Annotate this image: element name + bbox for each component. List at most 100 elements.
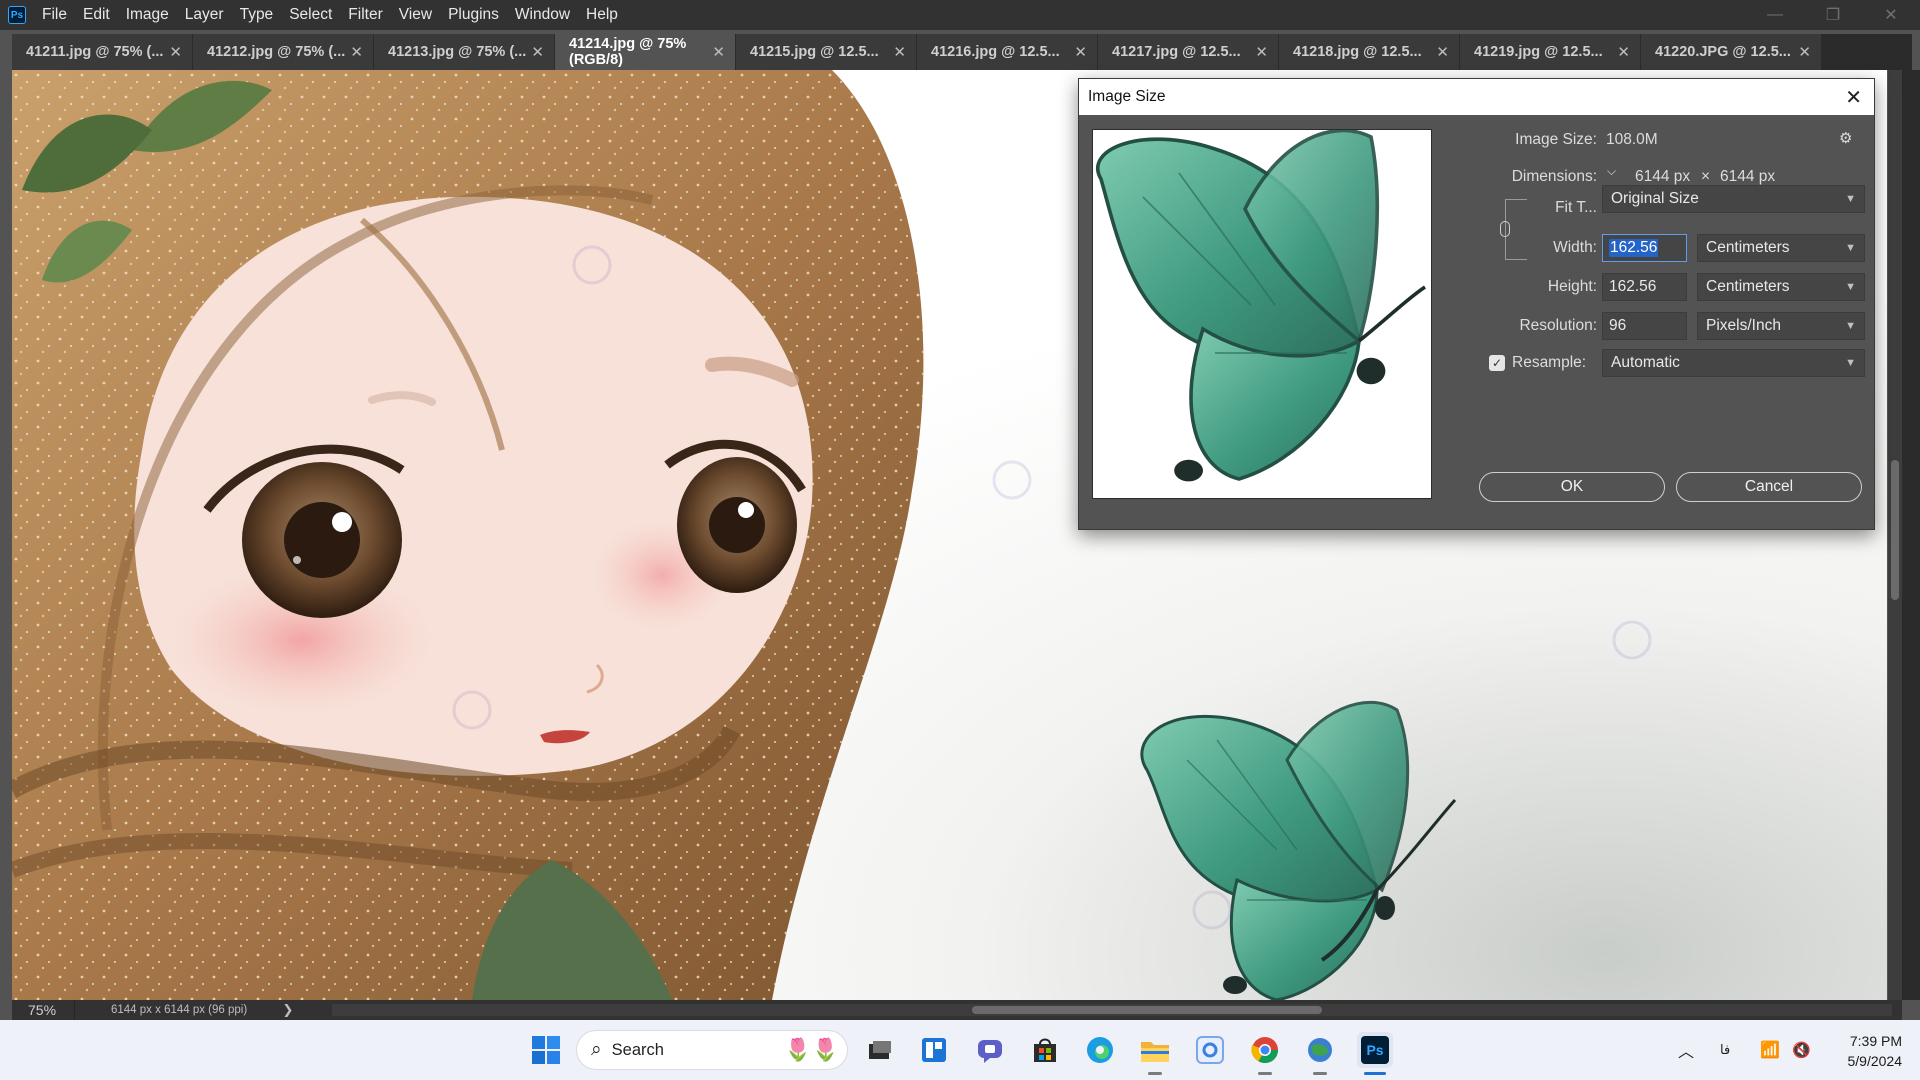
document-tab[interactable]: 41213.jpg @ 75% (... ✕ <box>374 34 555 70</box>
fit-to-dropdown[interactable]: Original Size ▼ <box>1602 185 1865 213</box>
resolution-unit-dropdown[interactable]: Pixels/Inch ▼ <box>1697 312 1865 340</box>
document-tab[interactable]: 41219.jpg @ 12.5... ✕ <box>1460 34 1641 70</box>
photos-app-icon[interactable] <box>1192 1032 1228 1068</box>
taskbar-search-box[interactable]: ⌕ Search 🌷🌷 <box>576 1030 848 1070</box>
menu-edit[interactable]: Edit <box>77 0 120 30</box>
horizontal-scrollbar[interactable] <box>332 1004 1892 1016</box>
height-value: 162.56 <box>1609 278 1657 295</box>
dimensions-width: 6144 px <box>1635 168 1691 185</box>
explorer-open-indicator <box>1148 1072 1162 1075</box>
tab-close-icon[interactable]: ✕ <box>1255 43 1268 61</box>
resample-checkbox[interactable]: ✓ <box>1489 355 1505 371</box>
resolution-value: 96 <box>1609 317 1627 334</box>
menu-file[interactable]: File <box>36 0 77 30</box>
file-explorer-icon[interactable] <box>1137 1032 1173 1068</box>
tab-close-icon[interactable]: ✕ <box>712 43 725 61</box>
width-unit-value: Centimeters <box>1706 239 1790 256</box>
width-value: 162.56 <box>1609 239 1659 257</box>
document-tab[interactable]: 41211.jpg @ 75% (... ✕ <box>12 34 193 70</box>
close-window-icon[interactable]: ✕ <box>1862 0 1920 30</box>
photos-glyph <box>1196 1036 1224 1064</box>
preview-butterfly-image <box>1096 130 1426 482</box>
system-tray: ︿ ﻓﺎ 📶 🔇 <box>1678 1020 1811 1080</box>
menu-bar: Ps File Edit Image Layer Type Select Fil… <box>0 0 1920 30</box>
tab-label: 41215.jpg @ 12.5... <box>750 44 879 60</box>
chrome-browser-icon[interactable] <box>1247 1032 1283 1068</box>
document-tab-active[interactable]: 41214.jpg @ 75% (RGB/8) ✕ <box>555 34 736 70</box>
height-input[interactable]: 162.56 <box>1602 273 1687 301</box>
tab-close-icon[interactable]: ✕ <box>1074 43 1087 61</box>
widgets-glyph <box>922 1038 946 1062</box>
gear-icon[interactable]: ⚙ <box>1839 129 1852 147</box>
menu-image[interactable]: Image <box>120 0 179 30</box>
teams-chat-icon[interactable] <box>972 1032 1008 1068</box>
menu-layer[interactable]: Layer <box>179 0 234 30</box>
clock-date: 5/9/2024 <box>1847 1053 1903 1069</box>
chrome-glyph <box>1251 1037 1279 1064</box>
vertical-scroll-thumb[interactable] <box>1891 460 1899 600</box>
photoshop-logo-icon: Ps <box>8 6 26 24</box>
menu-help[interactable]: Help <box>580 0 628 30</box>
dialog-titlebar: Image Size ✕ <box>1079 79 1874 115</box>
microsoft-store-icon[interactable] <box>1027 1032 1063 1068</box>
tab-close-icon[interactable]: ✕ <box>531 43 544 61</box>
tab-close-icon[interactable]: ✕ <box>1798 43 1811 61</box>
photoshop-taskbar-icon[interactable]: Ps <box>1357 1032 1393 1068</box>
status-bar: 75% 6144 px x 6144 px (96 ppi) ❯ <box>12 1000 1902 1020</box>
document-tab[interactable]: 41212.jpg @ 75% (... ✕ <box>193 34 374 70</box>
earth-app-icon[interactable] <box>1302 1032 1338 1068</box>
tulips-decoration-icon: 🌷🌷 <box>784 1037 839 1062</box>
restore-icon[interactable]: ❐ <box>1804 0 1862 30</box>
tab-label: 41211.jpg @ 75% (... <box>26 44 164 60</box>
chevron-up-icon[interactable]: ︿ <box>1678 1038 1694 1062</box>
resample-dropdown[interactable]: Automatic ▼ <box>1602 349 1865 377</box>
document-tab[interactable]: 41220.JPG @ 12.5... ✕ <box>1641 34 1822 70</box>
menu-filter[interactable]: Filter <box>342 0 392 30</box>
menu-plugins[interactable]: Plugins <box>442 0 509 30</box>
tab-close-icon[interactable]: ✕ <box>350 43 363 61</box>
edge-browser-icon[interactable] <box>1082 1032 1118 1068</box>
tab-close-icon[interactable]: ✕ <box>1617 43 1630 61</box>
height-unit-dropdown[interactable]: Centimeters ▼ <box>1697 273 1865 301</box>
windows-start-icon[interactable] <box>528 1032 564 1068</box>
resample-label: Resample: <box>1512 354 1587 371</box>
menu-window[interactable]: Window <box>509 0 580 30</box>
constrain-bracket-top <box>1505 199 1527 200</box>
language-indicator[interactable]: ﻓﺎ <box>1720 1042 1730 1058</box>
close-icon[interactable]: ✕ <box>1845 85 1862 110</box>
document-tab[interactable]: 41218.jpg @ 12.5... ✕ <box>1279 34 1460 70</box>
document-tab[interactable]: 41216.jpg @ 12.5... ✕ <box>917 34 1098 70</box>
earth-open-indicator <box>1313 1072 1327 1075</box>
menu-select[interactable]: Select <box>283 0 342 30</box>
window-controls: — ❐ ✕ <box>1746 0 1920 30</box>
document-tab[interactable]: 41215.jpg @ 12.5... ✕ <box>736 34 917 70</box>
windows-logo-icon <box>532 1036 560 1064</box>
status-menu-arrow-icon[interactable]: ❯ <box>270 1002 306 1018</box>
store-glyph <box>1034 1038 1056 1062</box>
ok-button[interactable]: OK <box>1479 472 1665 502</box>
width-input[interactable]: 162.56 <box>1602 234 1687 262</box>
cancel-button[interactable]: Cancel <box>1676 472 1862 502</box>
minimize-icon[interactable]: — <box>1746 0 1804 30</box>
speaker-muted-icon[interactable]: 🔇 <box>1792 1041 1811 1059</box>
link-icon[interactable] <box>1500 221 1510 237</box>
tab-close-icon[interactable]: ✕ <box>1436 43 1449 61</box>
document-tab[interactable]: 41217.jpg @ 12.5... ✕ <box>1098 34 1279 70</box>
zoom-level[interactable]: 75% <box>12 1002 74 1018</box>
menu-type[interactable]: Type <box>234 0 284 30</box>
task-view-icon[interactable] <box>862 1032 898 1068</box>
width-unit-dropdown[interactable]: Centimeters ▼ <box>1697 234 1865 262</box>
image-preview[interactable] <box>1092 129 1432 499</box>
menu-view[interactable]: View <box>393 0 442 30</box>
clock-time: 7:39 PM <box>1849 1033 1902 1049</box>
resolution-input[interactable]: 96 <box>1602 312 1687 340</box>
dimensions-toggle-chevron-icon[interactable]: ⌵ <box>1607 164 1616 179</box>
widgets-icon[interactable] <box>916 1032 952 1068</box>
horizontal-scroll-thumb[interactable] <box>972 1006 1322 1014</box>
wifi-icon[interactable]: 📶 <box>1760 1040 1780 1060</box>
tab-close-icon[interactable]: ✕ <box>169 43 182 61</box>
taskbar-clock[interactable]: 7:39 PM 5/9/2024 <box>1848 1031 1903 1071</box>
search-icon: ⌕ <box>591 1039 602 1060</box>
vertical-scrollbar[interactable] <box>1888 70 1902 1000</box>
tab-close-icon[interactable]: ✕ <box>893 43 906 61</box>
